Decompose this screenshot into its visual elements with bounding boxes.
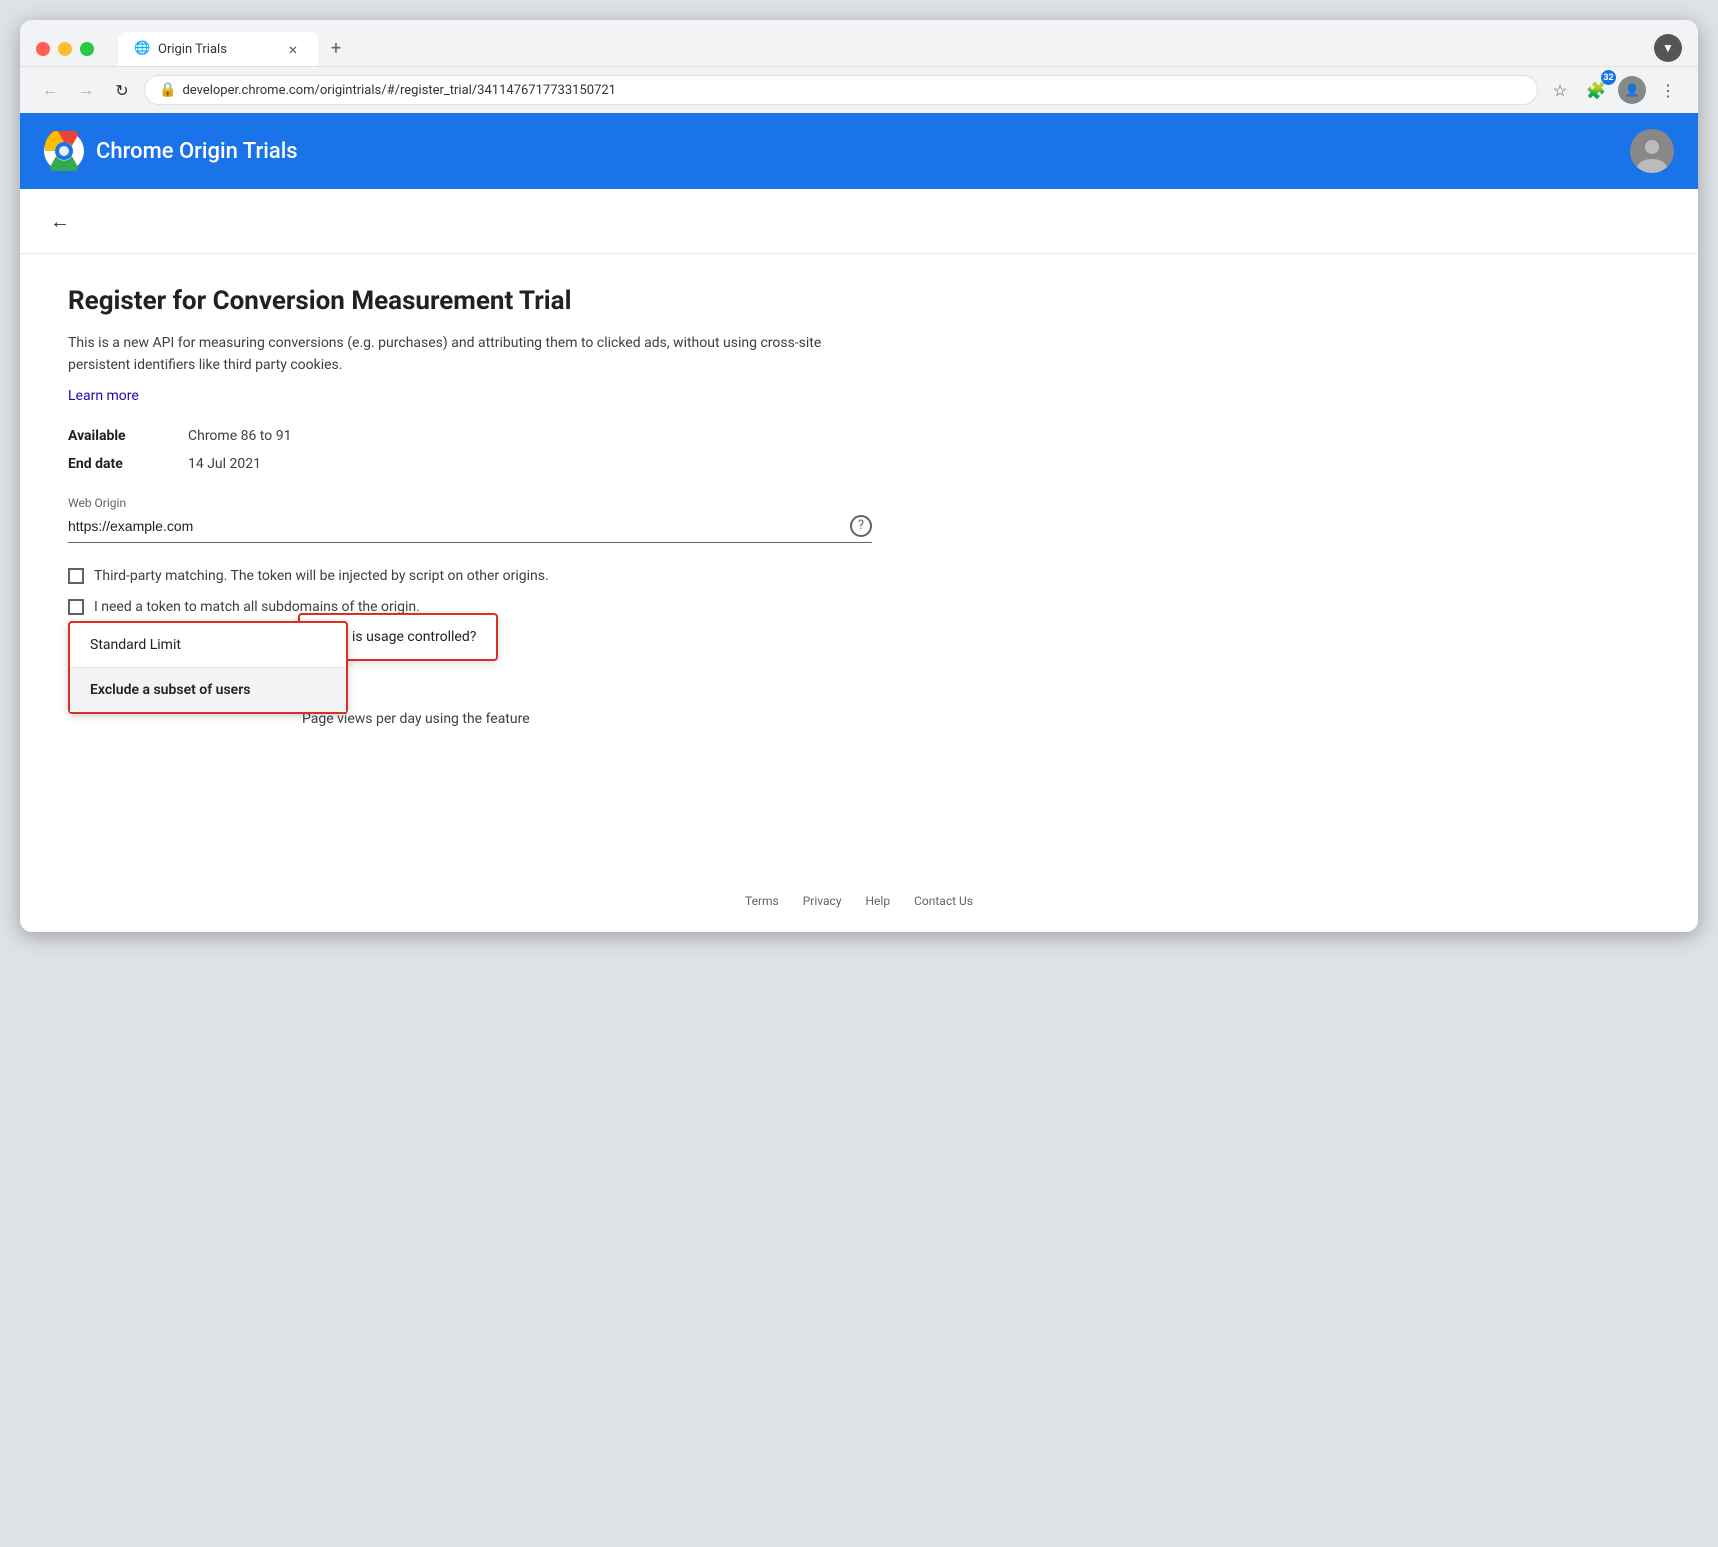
- form-title: Register for Conversion Measurement Tria…: [68, 286, 872, 316]
- back-button[interactable]: ←: [44, 205, 76, 237]
- site-header: Chrome Origin Trials: [20, 113, 1698, 189]
- maximize-button[interactable]: [80, 42, 94, 56]
- footer-help-link[interactable]: Help: [866, 894, 891, 908]
- site-footer: Terms Privacy Help Contact Us: [20, 870, 1698, 932]
- form-description: This is a new API for measuring conversi…: [68, 332, 872, 377]
- third-party-checkbox[interactable]: [68, 568, 84, 584]
- end-date-label: End date: [68, 456, 188, 472]
- traffic-lights: [36, 42, 94, 56]
- available-label: Available: [68, 428, 188, 444]
- tab-close-icon[interactable]: ×: [284, 40, 302, 58]
- tab-favicon-icon: 🌐: [134, 41, 150, 57]
- avatar-image: [1630, 129, 1674, 173]
- available-value: Chrome 86 to 91: [188, 428, 291, 444]
- footer-terms-link[interactable]: Terms: [745, 894, 779, 908]
- new-tab-button[interactable]: +: [322, 34, 350, 62]
- tab-bar: 🌐 Origin Trials × + ▼: [118, 32, 1682, 66]
- dropdown-option-exclude[interactable]: Exclude a subset of users: [70, 668, 346, 712]
- active-tab[interactable]: 🌐 Origin Trials ×: [118, 32, 318, 66]
- page-content: Chrome Origin Trials ← Register for Conv…: [20, 113, 1698, 932]
- address-bar[interactable]: 🔒 developer.chrome.com/origintrials/#/re…: [144, 75, 1538, 105]
- bookmark-button[interactable]: ☆: [1546, 76, 1574, 104]
- end-date-field: End date 14 Jul 2021: [68, 456, 872, 472]
- site-header-left: Chrome Origin Trials: [44, 131, 298, 171]
- web-origin-section: Web Origin ?: [68, 496, 872, 543]
- checkbox1-row: Third-party matching. The token will be …: [68, 567, 872, 587]
- end-date-value: 14 Jul 2021: [188, 456, 261, 472]
- title-bar: 🌐 Origin Trials × + ▼: [20, 20, 1698, 66]
- address-bar-row: ← → ↻ 🔒 developer.chrome.com/origintrial…: [20, 66, 1698, 113]
- lock-icon: 🔒: [159, 82, 176, 98]
- help-button[interactable]: ?: [850, 515, 872, 537]
- header-user-avatar[interactable]: [1630, 129, 1674, 173]
- web-origin-input[interactable]: [68, 514, 842, 538]
- footer-contact-link[interactable]: Contact Us: [914, 894, 973, 908]
- footer-privacy-link[interactable]: Privacy: [803, 894, 842, 908]
- chrome-menu-button[interactable]: ⋮: [1654, 76, 1682, 104]
- checkbox1-label: Third-party matching. The token will be …: [94, 567, 549, 587]
- browser-window: 🌐 Origin Trials × + ▼ ← → ↻ 🔒 developer.…: [20, 20, 1698, 932]
- dropdown-option-standard[interactable]: Standard Limit: [70, 623, 346, 667]
- minimize-button[interactable]: [58, 42, 72, 56]
- extensions-wrapper: 🧩 32: [1582, 76, 1610, 104]
- reload-button[interactable]: ↻: [108, 76, 136, 104]
- available-field: Available Chrome 86 to 91: [68, 428, 872, 444]
- extensions-badge: 32: [1601, 70, 1616, 85]
- subdomain-checkbox[interactable]: [68, 599, 84, 615]
- profile-avatar[interactable]: 👤: [1618, 76, 1646, 104]
- url-text: developer.chrome.com/origintrials/#/regi…: [182, 83, 1523, 98]
- dropdown-menu: Standard Limit Exclude a subset of users: [68, 621, 348, 714]
- learn-more-link[interactable]: Learn more: [68, 388, 139, 404]
- web-origin-label: Web Origin: [68, 496, 872, 510]
- usage-control-section: Exclude a subset of users Standard Limit…: [68, 638, 872, 838]
- chrome-logo-icon: [44, 131, 84, 171]
- profile-dropdown-button[interactable]: ▼: [1654, 34, 1682, 62]
- web-origin-input-row: ?: [68, 514, 872, 543]
- site-title: Chrome Origin Trials: [96, 139, 298, 164]
- back-section: ←: [20, 189, 1698, 254]
- main-content: Register for Conversion Measurement Tria…: [20, 254, 920, 870]
- forward-nav-button[interactable]: →: [72, 76, 100, 104]
- close-button[interactable]: [36, 42, 50, 56]
- back-nav-button[interactable]: ←: [36, 76, 64, 104]
- tab-title: Origin Trials: [158, 42, 276, 57]
